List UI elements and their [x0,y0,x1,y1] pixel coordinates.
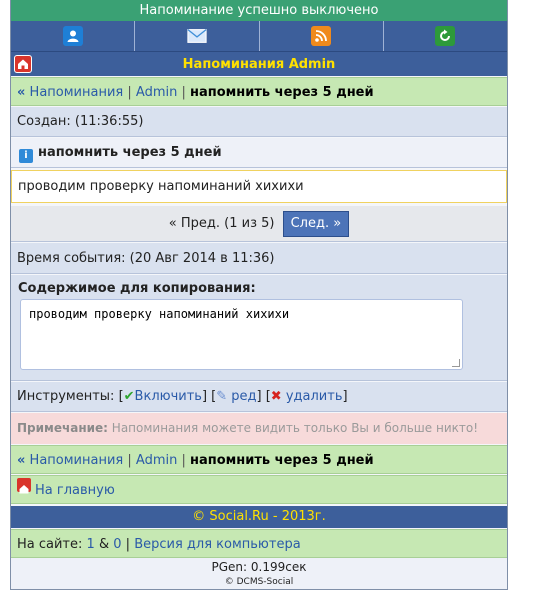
delete-link[interactable]: удалить [286,389,343,404]
breadcrumb: « Напоминания | Admin | напомнить через … [11,77,507,106]
reminder-subject: i напомнить через 5 дней [11,138,507,168]
refresh-icon [435,26,456,46]
copy-textarea-text: проводим проверку напоминаний хихихи [29,307,290,321]
online-separator: | [125,537,131,552]
online-bar: На сайте: 1 & 0 | Версия для компьютера [11,529,507,558]
page-title-bar: Напоминания Admin [11,51,507,76]
tools-bar: Инструменты: [✔Включить] [✎ ред] [✖ удал… [11,382,507,412]
privacy-note: Примечание: Напоминания можете видить то… [11,413,507,444]
profile-button[interactable] [11,21,136,51]
copyright-bar: © Social.Ru - 2013г. [11,506,507,528]
refresh-button[interactable] [384,21,507,51]
home-icon[interactable] [17,478,31,494]
online-guests-link[interactable]: 0 [113,537,121,552]
mail-button[interactable] [135,21,260,51]
user-icon [62,26,83,46]
edit-link[interactable]: ред [231,389,256,404]
breadcrumb-reminders-link[interactable]: Напоминания [30,453,124,468]
breadcrumb-admin-link[interactable]: Admin [136,85,177,100]
online-users-link[interactable]: 1 [87,537,95,552]
breadcrumb-separator: | [181,453,186,468]
breadcrumb-current: напомнить через 5 дней [190,85,374,100]
icon-toolbar [11,21,507,51]
rss-button[interactable] [260,21,384,51]
next-button[interactable]: След. » [282,210,350,237]
page-title: Напоминания Admin [182,57,336,72]
breadcrumb-reminders-link[interactable]: Напоминания [30,85,124,100]
check-icon: ✔ [123,389,135,404]
desktop-version-link[interactable]: Версия для компьютера [134,537,300,552]
page-generation-time: PGen: 0.199сек [11,558,507,576]
breadcrumb-bottom: « Напоминания | Admin | напомнить через … [11,445,507,474]
online-amp: & [98,537,110,552]
pencil-icon: ✎ [216,389,228,404]
delete-icon: ✖ [270,389,282,404]
breadcrumb-back-icon: « [17,85,26,100]
enable-link[interactable]: Включить [135,389,202,404]
tools-label: Инструменты: [17,389,115,404]
breadcrumb-current: напомнить через 5 дней [190,453,374,468]
pagination: « Пред. (1 из 5) След. » [11,206,507,242]
engine-credit: © DCMS-Social [11,576,507,589]
note-label: Примечание: [17,421,108,435]
status-notice: Напоминание успешно выключено [11,0,507,21]
copy-section: Содержимое для копирования: проводим про… [11,275,507,381]
page-position: (1 из 5) [224,216,275,231]
home-link[interactable]: На главную [35,483,115,498]
copy-section-title: Содержимое для копирования: [18,281,256,296]
page-container: Напоминание успешно выключено Напоминани… [10,0,508,590]
event-time: Время события: (20 Авг 2014 в 11:36) [11,243,507,274]
reminder-subject-text: напомнить через 5 дней [38,145,222,160]
breadcrumb-admin-link[interactable]: Admin [136,453,177,468]
rss-icon [311,26,332,46]
info-icon: i [19,149,33,163]
copy-textarea[interactable]: проводим проверку напоминаний хихихи [20,299,463,370]
reminder-message: проводим проверку напоминаний хихихи [11,170,507,203]
mail-icon [187,26,207,46]
breadcrumb-back-icon: « [17,453,26,468]
breadcrumb-separator: | [127,453,132,468]
resize-grip-icon[interactable] [452,359,460,367]
breadcrumb-separator: | [127,85,132,100]
prev-link[interactable]: « Пред. [169,216,220,231]
created-time: Создан: (11:36:55) [11,107,507,137]
breadcrumb-separator: | [181,85,186,100]
online-label: На сайте: [17,537,83,552]
home-link-row: На главную [11,475,507,504]
home-icon[interactable] [14,55,32,73]
note-text: Напоминания можете видить только Вы и бо… [111,421,479,435]
